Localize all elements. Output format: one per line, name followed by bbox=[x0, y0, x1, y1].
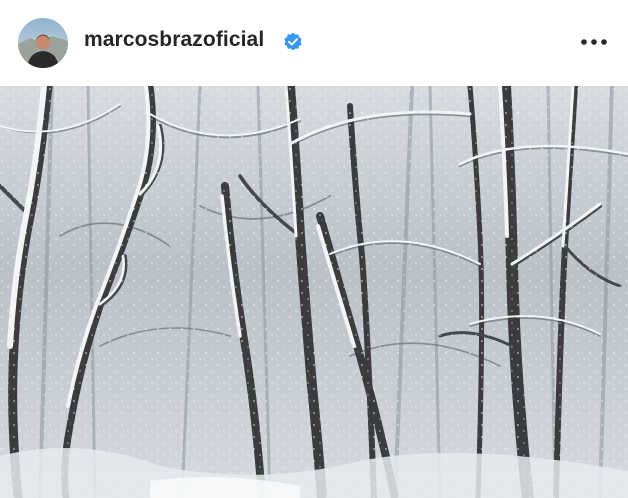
verified-badge-icon bbox=[284, 32, 302, 51]
more-options-button[interactable] bbox=[572, 28, 616, 56]
more-options-icon bbox=[581, 39, 607, 45]
instagram-post: marcosbrazoficial bbox=[0, 0, 628, 498]
username[interactable]: marcosbrazoficial bbox=[84, 28, 264, 52]
avatar-image bbox=[18, 18, 68, 68]
post-image[interactable] bbox=[0, 86, 628, 498]
snowy-forest-photo bbox=[0, 86, 628, 498]
post-header: marcosbrazoficial bbox=[0, 0, 628, 86]
user-avatar[interactable] bbox=[18, 18, 68, 68]
